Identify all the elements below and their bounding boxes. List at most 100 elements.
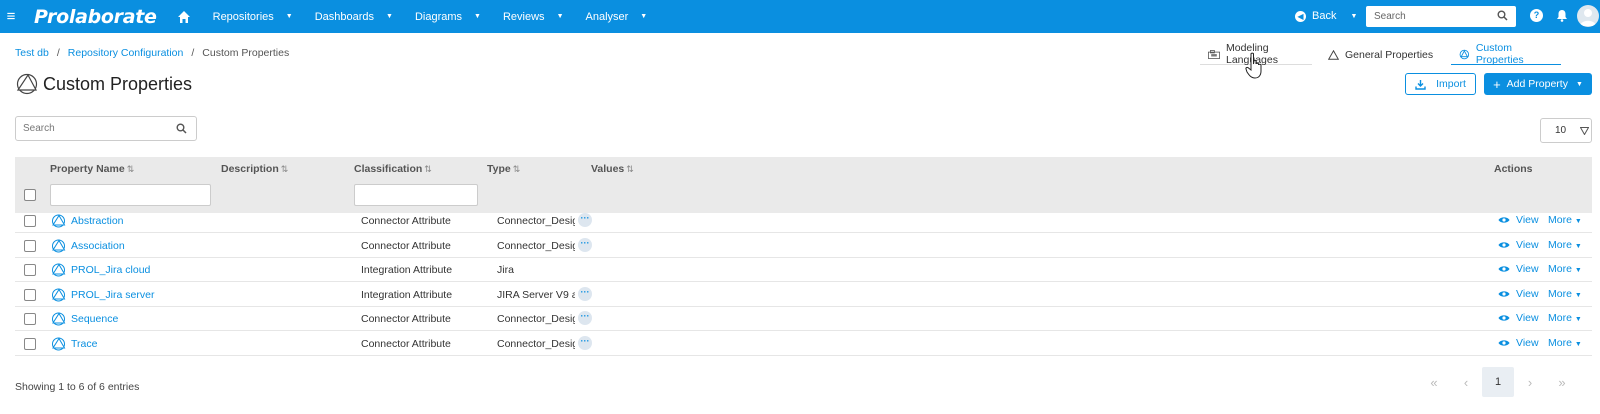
custom-property-icon <box>52 239 66 253</box>
row-checkbox[interactable] <box>24 239 36 252</box>
caret-down-icon: ▼ <box>640 13 648 20</box>
row-checkbox[interactable] <box>24 338 36 350</box>
type-cell: Jira <box>497 264 514 277</box>
menu-icon[interactable]: ≡ <box>0 8 22 25</box>
breadcrumb: Test db / Repository Configuration / Cus… <box>15 47 289 59</box>
view-button[interactable]: View <box>1498 288 1539 300</box>
search-icon[interactable] <box>1497 10 1508 21</box>
more-values-icon[interactable]: ··· <box>578 213 592 227</box>
table-row: Abstraction Connector Attribute Connecto… <box>15 208 1592 233</box>
property-name-link[interactable]: Sequence <box>51 312 118 326</box>
tab-general-properties[interactable]: General Properties <box>1320 44 1441 65</box>
column-header-property-name[interactable]: Property Name ⇅ <box>50 163 134 175</box>
eye-icon <box>1498 241 1510 248</box>
bell-icon[interactable] <box>1556 9 1568 22</box>
more-dropdown[interactable]: More ▼ <box>1548 214 1582 226</box>
caret-down-icon: ▼ <box>1574 267 1582 275</box>
more-dropdown[interactable]: More ▼ <box>1548 312 1582 324</box>
caret-down-icon: ▼ <box>1574 341 1582 348</box>
view-button[interactable]: View <box>1498 337 1539 349</box>
table-row: PROL_Jira cloud Integration Attribute Ji… <box>15 257 1592 283</box>
pagination: « ‹ 1 › » <box>1418 367 1578 397</box>
entries-info: Showing 1 to 6 of 6 entries <box>15 381 140 393</box>
first-page-button[interactable]: « <box>1418 367 1450 397</box>
global-search-input[interactable]: Search <box>1366 6 1516 27</box>
custom-property-icon <box>52 263 66 277</box>
top-navbar: ≡ Prolaborate Repositories ▼ Dashboards ▼ … <box>0 0 1600 33</box>
type-cell: Connector_Design <box>497 338 575 350</box>
page-size-select[interactable]: 10 <box>1540 118 1592 143</box>
home-icon[interactable] <box>177 10 191 24</box>
type-cell: Connector_Design <box>497 215 575 227</box>
more-dropdown[interactable]: More ▼ <box>1548 239 1582 251</box>
sort-icon: ⇅ <box>424 164 432 174</box>
breadcrumb-repository-configuration[interactable]: Repository Configuration <box>68 47 184 59</box>
nav-repositories[interactable]: Repositories ▼ <box>213 11 293 23</box>
caret-down-icon: ▼ <box>1574 242 1582 250</box>
column-header-description[interactable]: Description ⇅ <box>221 163 288 175</box>
more-dropdown[interactable]: More ▼ <box>1548 288 1582 300</box>
modeling-languages-icon <box>1208 49 1220 59</box>
triangle-icon <box>1328 49 1339 60</box>
table-row: Association Connector Attribute Connecto… <box>15 233 1592 258</box>
help-icon[interactable]: ? <box>1530 9 1543 22</box>
table-search-input[interactable]: Search <box>15 116 197 141</box>
user-avatar[interactable] <box>1577 5 1599 27</box>
type-cell: Connector_Design <box>497 313 575 326</box>
view-button[interactable]: View <box>1498 214 1539 226</box>
property-name-link[interactable]: PROL_Jira cloud <box>51 263 150 277</box>
breadcrumb-separator: / <box>56 47 60 59</box>
previous-page-button[interactable]: ‹ <box>1450 367 1482 397</box>
more-values-icon[interactable]: ··· <box>578 286 592 301</box>
column-header-classification[interactable]: Classification ⇅ <box>354 163 432 175</box>
view-button[interactable]: View <box>1498 312 1539 324</box>
classification-cell: Connector Attribute <box>361 338 451 350</box>
breadcrumb-test-db[interactable]: Test db <box>15 47 49 59</box>
more-values-icon[interactable]: ··· <box>578 237 592 252</box>
breadcrumb-current: Custom Properties <box>202 47 290 59</box>
sort-icon: ⇅ <box>626 164 634 174</box>
caret-down-icon: ▼ <box>1574 316 1582 324</box>
classification-cell: Connector Attribute <box>361 239 451 252</box>
app-logo[interactable]: Prolaborate <box>34 6 157 28</box>
nav-dashboards[interactable]: Dashboards ▼ <box>315 11 393 23</box>
hand-cursor-icon <box>1245 52 1262 79</box>
more-dropdown[interactable]: More ▼ <box>1548 337 1582 349</box>
property-name-link[interactable]: PROL_Jira server <box>51 288 154 302</box>
view-button[interactable]: View <box>1498 263 1539 275</box>
classification-filter-input[interactable] <box>354 184 478 206</box>
search-icon[interactable] <box>176 123 187 134</box>
classification-cell: Connector Attribute <box>361 215 451 227</box>
tab-custom-properties[interactable]: Custom Properties <box>1451 42 1562 66</box>
eye-icon <box>1498 217 1510 223</box>
view-button[interactable]: View <box>1498 239 1539 251</box>
column-header-type[interactable]: Type ⇅ <box>487 163 520 175</box>
more-values-icon[interactable]: ··· <box>578 311 592 326</box>
classification-cell: Integration Attribute <box>361 288 453 301</box>
row-checkbox[interactable] <box>24 215 36 227</box>
property-name-link[interactable]: Association <box>51 239 125 253</box>
more-values-icon[interactable]: ··· <box>578 336 592 350</box>
back-button[interactable]: ◀ Back ▼ <box>1295 10 1357 22</box>
nav-analyser[interactable]: Analyser ▼ <box>586 11 648 23</box>
row-checkbox[interactable] <box>24 288 36 301</box>
row-checkbox[interactable] <box>24 264 36 277</box>
more-dropdown[interactable]: More ▼ <box>1548 263 1582 275</box>
import-button[interactable]: Import <box>1405 73 1476 95</box>
caret-down-icon[interactable]: ▼ <box>1350 13 1357 20</box>
property-name-filter-input[interactable] <box>50 184 211 206</box>
caret-down-icon: ▼ <box>1575 80 1583 88</box>
nav-diagrams[interactable]: Diagrams ▼ <box>415 11 481 23</box>
last-page-button[interactable]: » <box>1546 367 1578 397</box>
row-checkbox[interactable] <box>24 313 36 326</box>
select-all-checkbox[interactable] <box>24 189 36 201</box>
nav-reviews[interactable]: Reviews ▼ <box>503 11 564 23</box>
custom-properties-icon <box>1459 49 1470 59</box>
page-button-current[interactable]: 1 <box>1482 367 1514 397</box>
next-page-button[interactable]: › <box>1514 367 1546 397</box>
add-property-button[interactable]: + Add Property ▼ <box>1484 73 1592 95</box>
property-name-link[interactable]: Trace <box>51 337 97 351</box>
column-header-values[interactable]: Values ⇅ <box>591 163 634 175</box>
caret-down-icon: ▼ <box>285 13 293 20</box>
property-name-link[interactable]: Abstraction <box>51 214 124 228</box>
